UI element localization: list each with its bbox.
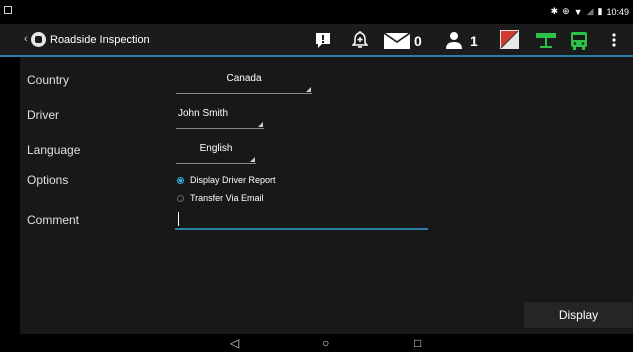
driver-spinner[interactable]: John Smith (176, 108, 264, 129)
radio-selected-icon[interactable] (177, 176, 184, 184)
option-label: Display Driver Report (190, 175, 276, 185)
comment-label: Comment (27, 213, 80, 227)
country-label: Country (27, 73, 70, 87)
dropdown-arrow-icon (250, 157, 255, 162)
person-count: 1 (470, 33, 478, 49)
home-icon[interactable]: ○ (322, 336, 329, 350)
language-value: English (199, 143, 233, 154)
transfer-via-email-option[interactable]: Transfer Via Email (177, 193, 264, 203)
status-icons: ✱ ⊕ ▼ ◢ ▮ 10:49 (551, 6, 629, 17)
recents-icon[interactable]: □ (414, 336, 421, 350)
vibrate-icon: ⊕ (562, 6, 570, 16)
bus-icon[interactable] (570, 31, 588, 50)
status-bar: ✱ ⊕ ▼ ◢ ▮ 10:49 (0, 0, 633, 24)
overflow-menu-icon[interactable] (612, 33, 616, 47)
language-label: Language (27, 143, 81, 157)
roadside-inspection-form: Country Canada Driver John Smith Languag… (20, 57, 633, 334)
country-spinner[interactable]: Canada (176, 73, 312, 94)
signpost-icon[interactable] (536, 31, 556, 49)
up-navigation-icon[interactable]: ‹ (24, 33, 28, 45)
language-spinner[interactable]: English (176, 143, 256, 164)
dropdown-arrow-icon (258, 122, 263, 127)
signal-icon: ◢ (586, 6, 594, 16)
country-value: Canada (226, 73, 262, 84)
flag-icon[interactable] (500, 30, 519, 49)
text-cursor (178, 212, 179, 226)
comment-input[interactable] (175, 210, 428, 230)
status-time: 10:49 (606, 6, 629, 17)
person-icon[interactable] (445, 31, 463, 49)
alert-icon[interactable] (314, 31, 332, 49)
option-label: Transfer Via Email (190, 193, 264, 203)
driver-value: John Smith (178, 108, 229, 119)
wifi-icon: ▼ (573, 6, 583, 17)
app-logo-icon[interactable] (31, 32, 46, 47)
bell-plus-icon[interactable] (352, 31, 368, 49)
page-title: Roadside Inspection (50, 34, 150, 46)
driver-label: Driver (27, 108, 59, 122)
action-bar: ‹ Roadside Inspection 0 1 (0, 24, 633, 57)
dropdown-arrow-icon (306, 87, 311, 92)
mail-count: 0 (414, 33, 422, 49)
options-label: Options (27, 173, 69, 187)
back-icon[interactable]: ◁ (230, 336, 239, 350)
bluetooth-icon: ✱ (550, 6, 559, 16)
navigation-bar: ◁ ○ □ (0, 334, 633, 352)
display-button[interactable]: Display (524, 302, 633, 328)
notification-icon (4, 6, 12, 14)
display-driver-report-option[interactable]: Display Driver Report (177, 175, 276, 185)
radio-unselected-icon[interactable] (177, 194, 184, 202)
battery-icon: ▮ (597, 6, 603, 16)
mail-icon[interactable] (384, 33, 410, 49)
